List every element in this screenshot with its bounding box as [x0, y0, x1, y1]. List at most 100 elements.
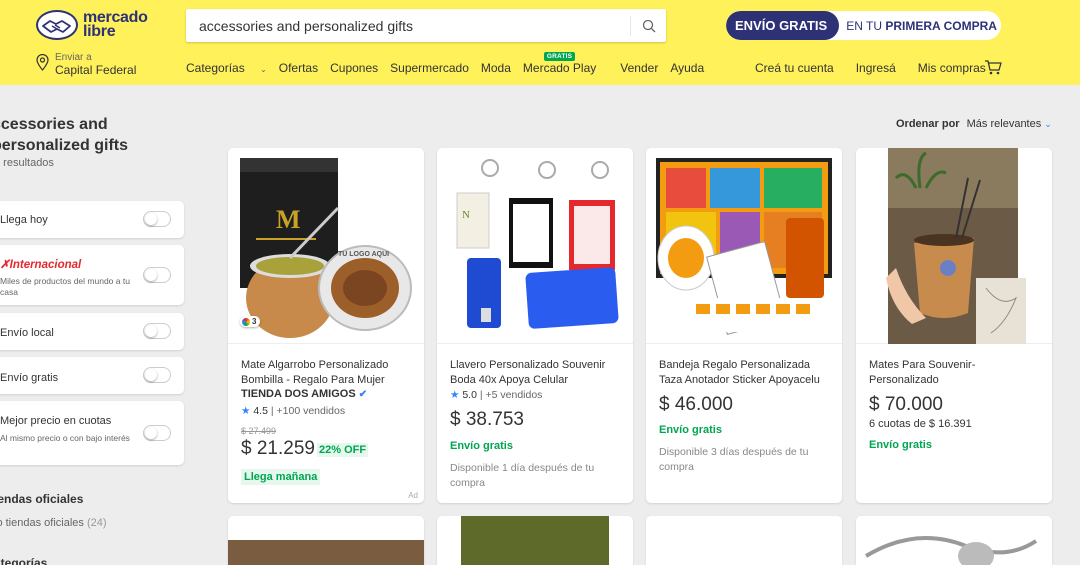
official-stores-heading: iendas oficiales — [0, 492, 84, 506]
verified-icon: ✔ — [358, 389, 368, 400]
product-card[interactable] — [437, 516, 633, 565]
product-card[interactable]: N Llavero Personalizado Souvenir Boda 40… — [437, 148, 633, 503]
filter-label: Envío local — [0, 327, 54, 339]
my-purchases-link[interactable]: Mis compras — [918, 61, 986, 75]
nav-categorias[interactable]: Categorías ⌄ — [186, 61, 267, 75]
product-image[interactable]: M TU LOGO AQUI 3 — [228, 148, 424, 344]
shipping-label: Envío gratis — [659, 424, 722, 436]
toggle-switch[interactable] — [143, 425, 171, 441]
promo-left-label: ENVÍO GRATIS — [726, 11, 840, 40]
ad-label: Ad — [408, 491, 418, 500]
star-icon: ★ — [241, 405, 251, 417]
main-nav: Categorías ⌄ Ofertas Cupones Supermercad… — [186, 52, 716, 75]
availability: Disponible 1 día después de tu compra — [450, 462, 595, 489]
original-price: $ 27.499 — [241, 426, 277, 436]
promo-right-label: EN TU PRIMERA COMPRA — [846, 18, 997, 33]
free-badge: GRATIS — [543, 52, 576, 61]
toggle-switch[interactable] — [143, 267, 171, 283]
star-icon: ★ — [450, 389, 460, 401]
product-card[interactable]: Mates Para Souvenir- Personalizado $ 70.… — [856, 148, 1052, 503]
user-nav: Creá tu cuenta Ingresá Mis compras — [755, 61, 1008, 75]
search-bar — [186, 9, 666, 42]
product-title[interactable]: Bandeja Regalo Personalizada Taza Anotad… — [659, 358, 834, 388]
product-image[interactable] — [228, 540, 424, 565]
location-label: Enviar a — [55, 52, 92, 63]
price: $ 46.000 — [659, 394, 733, 415]
svg-text:TU LOGO AQUI: TU LOGO AQUI — [338, 251, 389, 258]
categories-heading: ategorías — [0, 556, 48, 565]
header: mercado libre ENVÍO GRATIS EN TU PRIMERA… — [0, 0, 1080, 85]
toggle-switch[interactable] — [143, 323, 171, 339]
toggle-switch[interactable] — [143, 211, 171, 227]
mercadolibre-logo[interactable]: mercado libre — [36, 10, 148, 40]
seller-name: TIENDA DOS AMIGOS ✔ — [241, 388, 368, 400]
handshake-icon — [36, 10, 78, 40]
sort-selector[interactable]: Ordenar por Más relevantes ⌄ — [896, 118, 1052, 130]
logo-text: mercado libre — [83, 9, 148, 40]
toggle-switch[interactable] — [143, 367, 171, 383]
filter-mejor-precio[interactable]: Mejor precio en cuotas Al mismo precio o… — [0, 401, 184, 465]
location-selector[interactable]: Enviar a Capital Federal — [36, 52, 136, 77]
product-title[interactable]: Llavero Personalizado Souvenir Boda 40x … — [450, 358, 625, 388]
nav-ayuda[interactable]: Ayuda — [670, 61, 704, 75]
installments: 6 cuotas de $ 16.391 — [869, 418, 972, 430]
product-image[interactable] — [646, 148, 842, 344]
filter-label: ✗Internacional — [0, 259, 82, 271]
price: $ 70.000 — [869, 394, 943, 415]
product-card[interactable] — [856, 516, 1052, 565]
cart-icon — [985, 60, 1002, 75]
chevron-down-icon: ⌄ — [260, 65, 267, 74]
sort-label: Ordenar por — [896, 118, 960, 130]
product-card[interactable] — [646, 516, 842, 565]
rating: ★ 4.5 | +100 vendidos — [241, 405, 346, 417]
product-image[interactable] — [856, 516, 1052, 565]
svg-text:N: N — [462, 209, 470, 221]
filter-internacional[interactable]: ✗Internacional Miles de productos del mu… — [0, 245, 184, 305]
nav-supermercado[interactable]: Supermercado — [390, 61, 469, 75]
discount-badge: 22% OFF — [317, 443, 369, 457]
filter-llega-hoy[interactable]: Llega hoy — [0, 201, 184, 238]
product-image[interactable]: N — [437, 148, 633, 344]
shipping-label: Envío gratis — [869, 439, 932, 451]
nav-cupones[interactable]: Cupones — [330, 61, 378, 75]
create-account-link[interactable]: Creá tu cuenta — [755, 61, 834, 75]
product-title[interactable]: Mate Algarrobo Personalizado Bombilla - … — [241, 358, 416, 388]
free-shipping-banner[interactable]: ENVÍO GRATIS EN TU PRIMERA COMPRA — [726, 11, 1001, 40]
filter-envio-local[interactable]: Envío local — [0, 313, 184, 350]
sort-value: Más relevantes — [966, 118, 1042, 130]
nav-ofertas[interactable]: Ofertas — [279, 61, 318, 75]
filter-label: Llega hoy — [0, 214, 48, 226]
shipping-label: Llega mañana — [241, 469, 321, 485]
product-card[interactable]: M TU LOGO AQUI 3 Mate Algarrobo Personal… — [228, 148, 424, 503]
price: $ 38.753 — [450, 409, 524, 430]
cart-button[interactable] — [984, 59, 1002, 80]
filter-sub: Miles de productos del mundo a tu casa — [0, 276, 130, 297]
product-card[interactable]: Bandeja Regalo Personalizada Taza Anotad… — [646, 148, 842, 503]
official-stores-link[interactable]: lo tiendas oficiales (24) — [0, 517, 107, 529]
search-title: ccessories and personalized gifts — [0, 116, 129, 154]
variants-chip[interactable]: 3 — [240, 316, 261, 327]
search-input[interactable] — [186, 9, 616, 42]
product-card[interactable] — [228, 516, 424, 565]
availability: Disponible 3 días después de tu compra — [659, 446, 809, 473]
filter-sub: Al mismo precio o con bajo interés — [0, 433, 130, 443]
location-value: Capital Federal — [55, 63, 137, 77]
product-image[interactable] — [856, 148, 1052, 344]
nav-vender[interactable]: Vender — [620, 61, 658, 75]
svg-text:M: M — [276, 205, 301, 234]
search-button[interactable] — [630, 16, 666, 36]
rating: ★ 5.0 | +5 vendidos — [450, 389, 543, 401]
login-link[interactable]: Ingresá — [856, 61, 896, 75]
results-count: 8 resultados — [0, 157, 54, 169]
product-image[interactable] — [461, 516, 609, 565]
chevron-down-icon: ⌄ — [1044, 119, 1052, 129]
search-icon — [642, 19, 655, 33]
nav-moda[interactable]: Moda — [481, 61, 511, 75]
shipping-label: Envío gratis — [450, 440, 513, 452]
nav-mercado-play[interactable]: GRATIS Mercado Play — [523, 52, 608, 75]
filter-label: Envío gratis — [0, 372, 59, 384]
filter-envio-gratis[interactable]: Envío gratis — [0, 357, 184, 394]
product-title[interactable]: Mates Para Souvenir- Personalizado — [869, 358, 1044, 388]
location-pin-icon — [36, 54, 49, 71]
color-wheel-icon — [242, 317, 250, 326]
